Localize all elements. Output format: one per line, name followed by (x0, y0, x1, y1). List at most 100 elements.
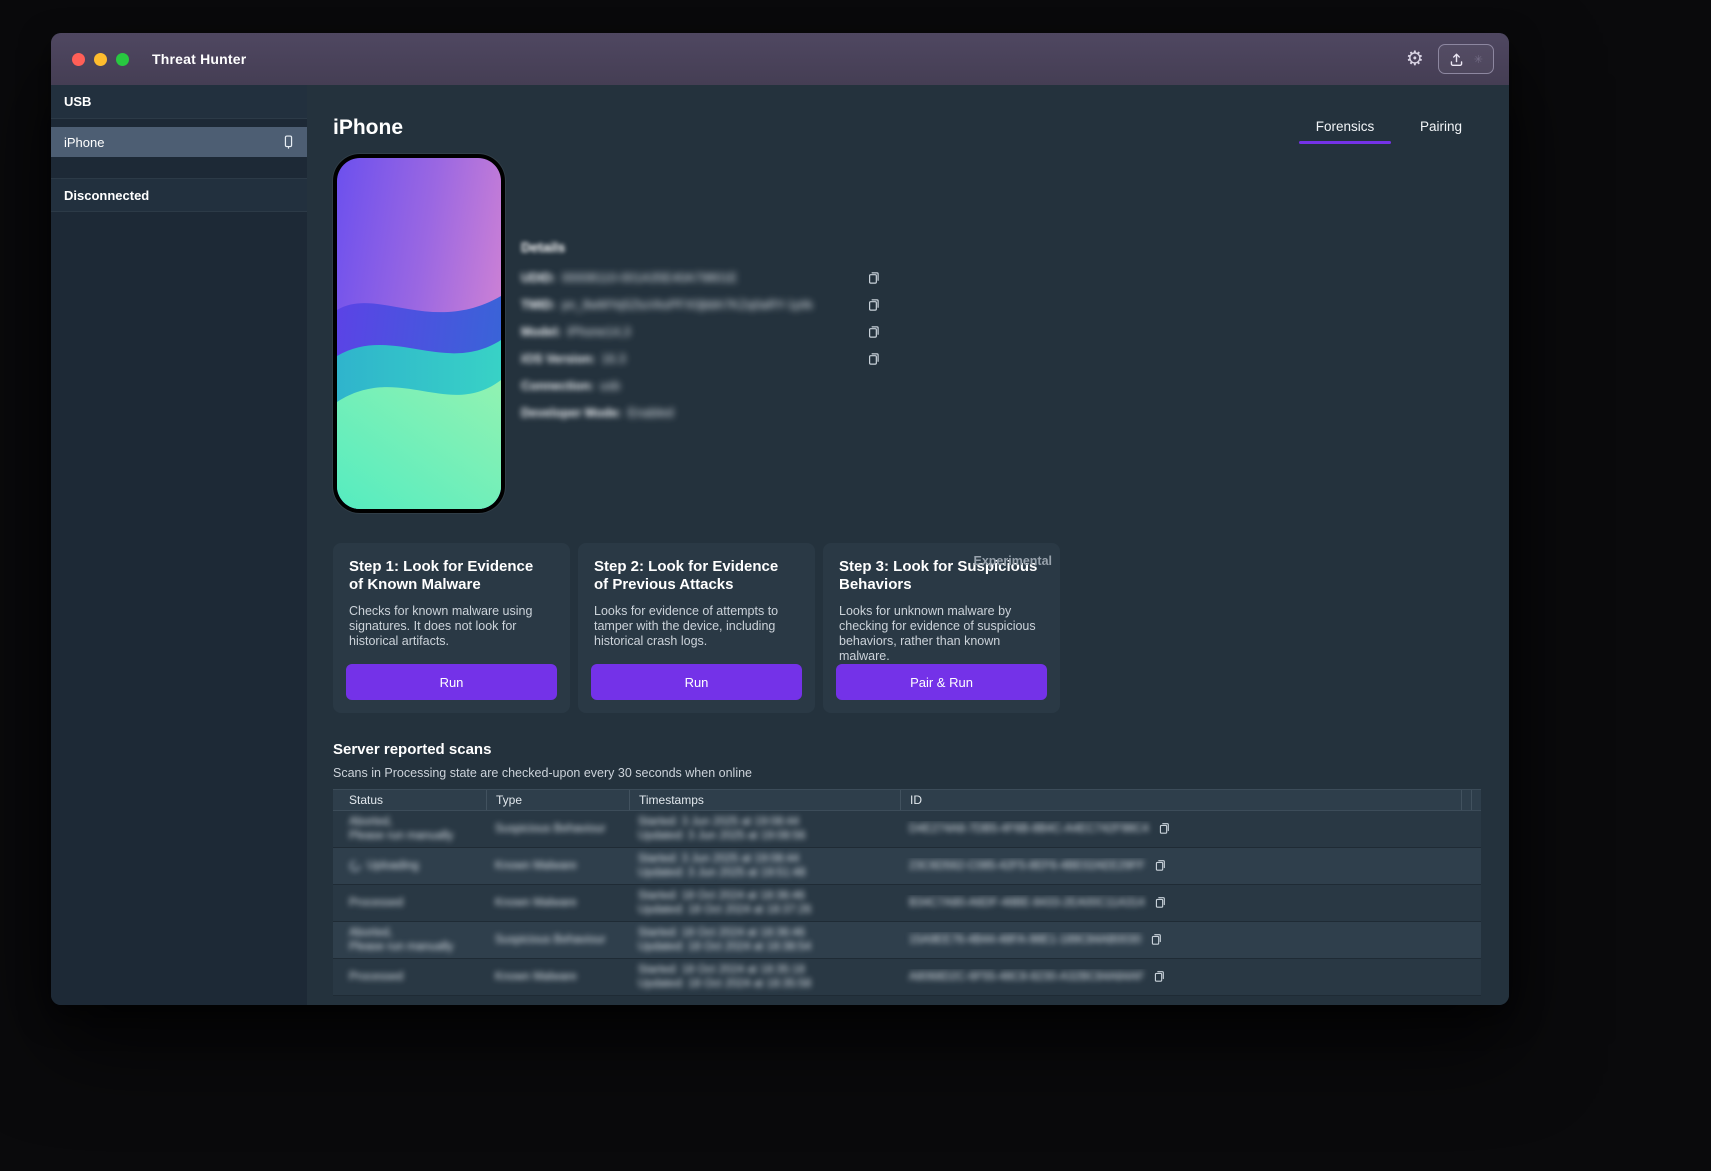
column-header-timestamps: Timestamps (629, 790, 900, 810)
scan-id: D4E274A8-7DB5-4F6B-8B4C-A4EC742F98C4 (909, 823, 1149, 835)
copy-icon[interactable] (867, 351, 881, 366)
sidebar-section-disconnected: Disconnected (51, 178, 307, 212)
detail-label: TMID: (521, 297, 556, 312)
scan-timestamps: Started: 3 Jun 2025 at 19:08:44 Updated:… (638, 852, 806, 879)
settings-gear-icon[interactable]: ⚙ (1406, 49, 1424, 69)
upload-icon[interactable] (1449, 52, 1464, 67)
disconnected-section-label: Disconnected (64, 187, 150, 203)
detail-row-connection: Connection: usb (521, 372, 881, 399)
copy-icon[interactable] (867, 270, 881, 285)
scan-id: B34C7A80-A6DF-48BE-8433-2EA00C11A314 (909, 897, 1145, 909)
detail-label: UDID: (521, 270, 556, 285)
copy-icon[interactable] (867, 297, 881, 312)
table-row: Processed Known Malware Started: 18 Oct … (333, 959, 1481, 996)
scans-table-header: Status Type Timestamps ID (333, 789, 1481, 811)
scan-status: Aborted, Please run manually (349, 926, 454, 953)
column-header-type: Type (486, 790, 629, 810)
usb-section-label: USB (64, 94, 92, 109)
tab-bar: Forensics Pairing (1297, 113, 1489, 144)
detail-row-ios-version: iOS Version: 16.3 (521, 345, 881, 372)
scan-status: Processed (349, 970, 404, 983)
scan-status: Uploading (333, 860, 486, 872)
column-header-status: Status (349, 793, 384, 807)
close-window-button[interactable] (72, 52, 85, 66)
run-previous-attacks-button[interactable]: Run (591, 664, 802, 700)
tab-forensics[interactable]: Forensics (1297, 113, 1393, 144)
detail-value: iPhone14,3 (567, 324, 631, 339)
detail-row-tmid: TMID: pn_8wMYq5ZtuVksPFX0jbbh7KZq0aRY-1p… (521, 291, 881, 318)
spinner-icon (349, 860, 361, 872)
scrollbar-gutter (1471, 790, 1481, 810)
scan-timestamps: Started: 3 Jun 2025 at 19:08:44 Updated:… (638, 815, 806, 842)
phone-wallpaper (337, 158, 501, 509)
update-control[interactable]: ✳ (1437, 44, 1494, 74)
device-details: Details UDID: 00008110-001A35E40A79801E … (521, 154, 881, 513)
copy-icon[interactable] (1153, 969, 1166, 986)
scan-type: Known Malware (495, 860, 577, 872)
table-row: Uploading Known Malware Started: 3 Jun 2… (333, 848, 1481, 885)
step-title: Step 1: Look for Evidence of Known Malwa… (349, 558, 534, 594)
step-card-known-malware: Step 1: Look for Evidence of Known Malwa… (333, 543, 570, 713)
details-heading: Details (521, 240, 566, 255)
sidebar: USB iPhone Disconnected (51, 85, 307, 1005)
detail-label: Connection: (521, 378, 594, 393)
scan-id: 23C6D562-C085-42F5-8EF6-4BE02AEE29FF (909, 860, 1145, 872)
scan-type: Suspicious Behaviour (495, 934, 606, 946)
column-header-id: ID (900, 790, 1461, 810)
scan-steps: Step 1: Look for Evidence of Known Malwa… (333, 543, 1481, 713)
sidebar-item-iphone[interactable]: iPhone (51, 127, 307, 157)
scans-heading: Server reported scans (333, 741, 492, 758)
pair-and-run-button[interactable]: Pair & Run (836, 664, 1047, 700)
scan-status: Aborted, Please run manually (349, 815, 454, 842)
scan-type: Known Malware (495, 897, 577, 909)
copy-icon[interactable] (1154, 895, 1167, 912)
scan-status: Processed (349, 896, 404, 909)
table-row: Processed Known Malware Started: 18 Oct … (333, 885, 1481, 922)
iphone-item-label: iPhone (64, 134, 105, 150)
table-row: Aborted, Please run manually Suspicious … (333, 811, 1481, 848)
main-content: Forensics Pairing iPhone Details UDID: 0… (307, 85, 1509, 1005)
step-card-suspicious-behaviors: Experimental Step 3: Look for Suspicious… (823, 543, 1060, 713)
sidebar-section-usb: USB (51, 85, 307, 119)
step-description: Checks for known malware using signature… (349, 603, 533, 648)
zoom-window-button[interactable] (116, 52, 129, 66)
scan-id: 15A9EE76-4B44-48FA-98E1-189C84AB0030 (909, 934, 1142, 946)
step-title: Step 2: Look for Evidence of Previous At… (594, 558, 779, 594)
experimental-badge: Experimental (973, 554, 1052, 568)
detail-value: Enabled (627, 405, 674, 420)
sparkle-icon: ✳ (1473, 53, 1483, 66)
copy-icon[interactable] (867, 324, 881, 339)
scan-type: Known Malware (495, 971, 577, 983)
traffic-lights (51, 52, 129, 66)
scans-note: Scans in Processing state are checked-up… (333, 766, 753, 780)
copy-icon[interactable] (1154, 858, 1167, 875)
scan-timestamps: Started: 18 Oct 2024 at 18:35:18 Updated… (638, 963, 812, 990)
tab-pairing[interactable]: Pairing (1393, 113, 1489, 144)
detail-value: 16.3 (601, 351, 626, 366)
step-description: Looks for unknown malware by checking fo… (839, 603, 1036, 663)
window-title: Threat Hunter (152, 51, 247, 67)
table-row: Aborted, Please run manually Suspicious … (333, 922, 1481, 959)
scan-id: A8068D2C-6F55-48C8-8230-A32BC84A84AF (909, 971, 1145, 983)
detail-value: pn_8wMYq5ZtuVksPFX0jbbh7KZq0aRY-1pWAQ (561, 297, 812, 312)
detail-row-udid: UDID: 00008110-001A35E40A79801E (521, 264, 881, 291)
copy-icon[interactable] (1158, 821, 1171, 838)
detail-value: usb (599, 378, 621, 393)
minimize-window-button[interactable] (94, 52, 107, 66)
titlebar: Threat Hunter ⚙ ✳ (51, 33, 1509, 85)
copy-icon[interactable] (1150, 932, 1163, 949)
detail-row-developer-mode: Developer Mode: Enabled (521, 399, 881, 426)
scan-type: Suspicious Behaviour (495, 823, 606, 835)
scrollbar-gutter (1461, 790, 1471, 810)
step-description: Looks for evidence of attempts to tamper… (594, 603, 779, 648)
scans-table: Status Type Timestamps ID Aborted, Pleas… (333, 789, 1481, 996)
phone-usb-icon (284, 135, 293, 149)
detail-row-model: Model: iPhone14,3 (521, 318, 881, 345)
device-screenshot (333, 154, 505, 513)
detail-value: 00008110-001A35E40A79801E (561, 270, 738, 285)
detail-label: Developer Mode: (521, 405, 622, 420)
app-window: Threat Hunter ⚙ ✳ USB iPhone Disconnecte… (51, 33, 1509, 1005)
scan-timestamps: Started: 18 Oct 2024 at 18:36:46 Updated… (638, 926, 812, 953)
step-card-previous-attacks: Step 2: Look for Evidence of Previous At… (578, 543, 815, 713)
run-known-malware-button[interactable]: Run (346, 664, 557, 700)
